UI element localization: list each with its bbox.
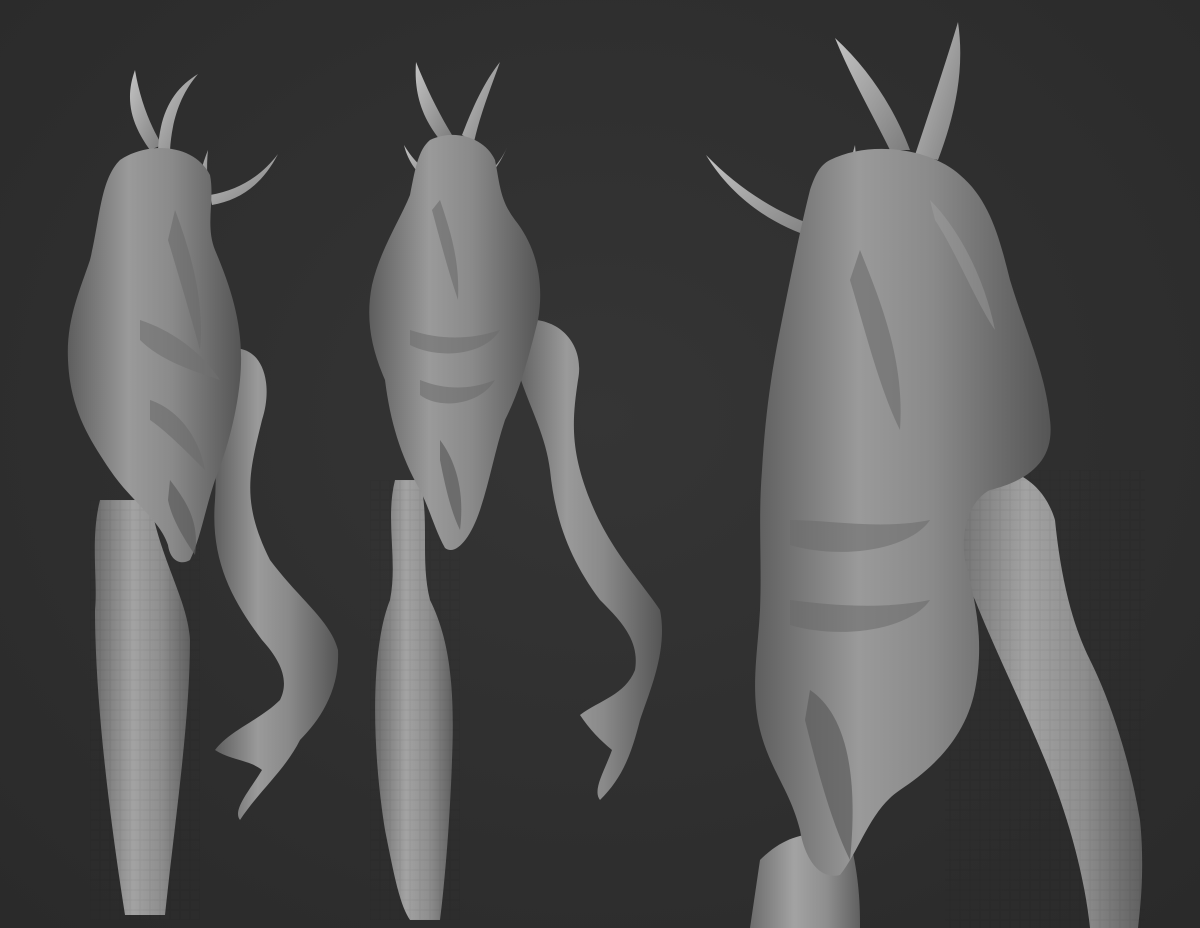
horn-right (915, 22, 961, 160)
horn-right (462, 62, 500, 142)
front-view (369, 62, 662, 920)
sculpt-viewport (0, 0, 1200, 928)
close-up-three-quarter-view (706, 22, 1145, 928)
horn-left (835, 38, 910, 150)
horn-left (129, 70, 162, 150)
horn-side (210, 154, 278, 205)
arm (515, 319, 662, 800)
three-quarter-left-view (67, 70, 339, 920)
horn-left (415, 62, 452, 140)
horn-right (158, 74, 198, 150)
render-canvas (67, 22, 1145, 928)
